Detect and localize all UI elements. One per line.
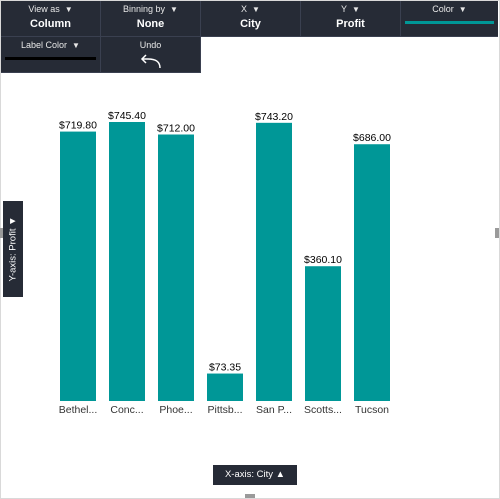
bar[interactable] [158, 134, 194, 402]
bar[interactable] [305, 266, 341, 401]
x-tick-label: Bethel... [59, 404, 98, 416]
bar[interactable] [256, 122, 292, 401]
bar[interactable] [207, 373, 243, 401]
data-label: $686.00 [353, 132, 391, 144]
bar[interactable] [354, 144, 390, 402]
data-label: $719.80 [59, 120, 97, 132]
yaxis-dropdown[interactable]: Y-axis: Profit ▼ [3, 201, 23, 297]
x-tick-label: San P... [256, 404, 292, 416]
xaxis-label: X-axis: City [224, 469, 273, 480]
x-tick-label: Conc... [110, 404, 143, 416]
data-label: $712.00 [157, 123, 195, 135]
data-label: $360.10 [304, 254, 342, 266]
x-tick-label: Phoe... [159, 404, 192, 416]
data-label: $745.40 [108, 110, 146, 122]
x-tick-label: Tucson [355, 404, 389, 416]
xaxis-dropdown[interactable]: X-axis: City ▲ [213, 465, 297, 485]
yaxis-label: Y-axis: Profit [7, 228, 19, 282]
x-tick-label: Scotts... [304, 404, 342, 416]
bar[interactable] [60, 131, 96, 401]
x-tick-label: Pittsb... [207, 404, 242, 416]
column-chart: $719.80 Bethel... $745.40 Conc... $712.00 Pho… [59, 110, 391, 416]
caret-down-icon: ▼ [7, 216, 19, 226]
caret-up-icon: ▲ [275, 469, 286, 480]
data-label: $73.35 [209, 362, 241, 374]
bar[interactable] [109, 122, 145, 401]
data-label: $743.20 [255, 111, 293, 123]
